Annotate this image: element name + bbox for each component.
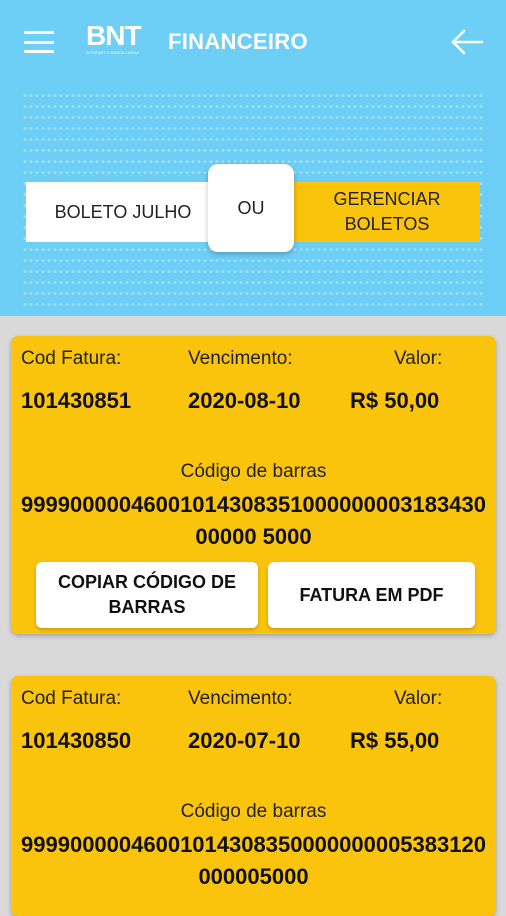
bnt-logo: BNT INTERNET E BANDA LARGA xyxy=(86,22,148,56)
back-arrow-icon[interactable] xyxy=(450,28,484,56)
vencimento-label: Vencimento: xyxy=(188,688,293,709)
hamburger-menu-icon[interactable] xyxy=(24,31,54,53)
invoice-card: Cod Fatura: Vencimento: Valor: 101430851… xyxy=(11,336,496,634)
boleto-julho-button[interactable]: BOLETO JULHO xyxy=(26,182,220,242)
cod-fatura-label: Cod Fatura: xyxy=(21,348,122,369)
invoice-card: Cod Fatura: Vencimento: Valor: 101430850… xyxy=(11,676,496,916)
fatura-pdf-button[interactable]: FATURA EM PDF xyxy=(268,562,475,628)
copiar-codigo-button[interactable]: COPIAR CÓDIGO DE BARRAS xyxy=(36,562,258,628)
vencimento-value: 2020-07-10 xyxy=(188,728,301,753)
valor-value: R$ 50,00 xyxy=(350,388,440,413)
gerenciar-boletos-button[interactable]: GERENCIAR BOLETOS xyxy=(282,182,480,242)
header: BNT INTERNET E BANDA LARGA FINANCEIRO BO… xyxy=(0,0,506,316)
ou-toggle[interactable]: OU xyxy=(208,164,294,252)
page-title: FINANCEIRO xyxy=(168,29,308,54)
codigo-barras-label: Código de barras xyxy=(180,461,327,482)
cod-fatura-label: Cod Fatura: xyxy=(21,688,122,709)
valor-label: Valor: xyxy=(394,688,443,709)
valor-label: Valor: xyxy=(394,348,443,369)
valor-value: R$ 55,00 xyxy=(350,728,440,753)
vencimento-label: Vencimento: xyxy=(188,348,293,369)
codigo-barras-value: 9999000004600101430835100000000318343000… xyxy=(21,492,486,549)
top-bar: BNT INTERNET E BANDA LARGA FINANCEIRO xyxy=(0,0,506,84)
cod-fatura-value: 101430850 xyxy=(21,728,132,753)
codigo-barras-label: Código de barras xyxy=(180,801,327,822)
logo-text: BNT xyxy=(86,20,142,51)
logo-subtitle: INTERNET E BANDA LARGA xyxy=(86,51,140,55)
vencimento-value: 2020-08-10 xyxy=(188,388,301,413)
codigo-barras-value: 9999000004600101430835000000000538312000… xyxy=(21,832,486,889)
cod-fatura-value: 101430851 xyxy=(21,388,132,413)
